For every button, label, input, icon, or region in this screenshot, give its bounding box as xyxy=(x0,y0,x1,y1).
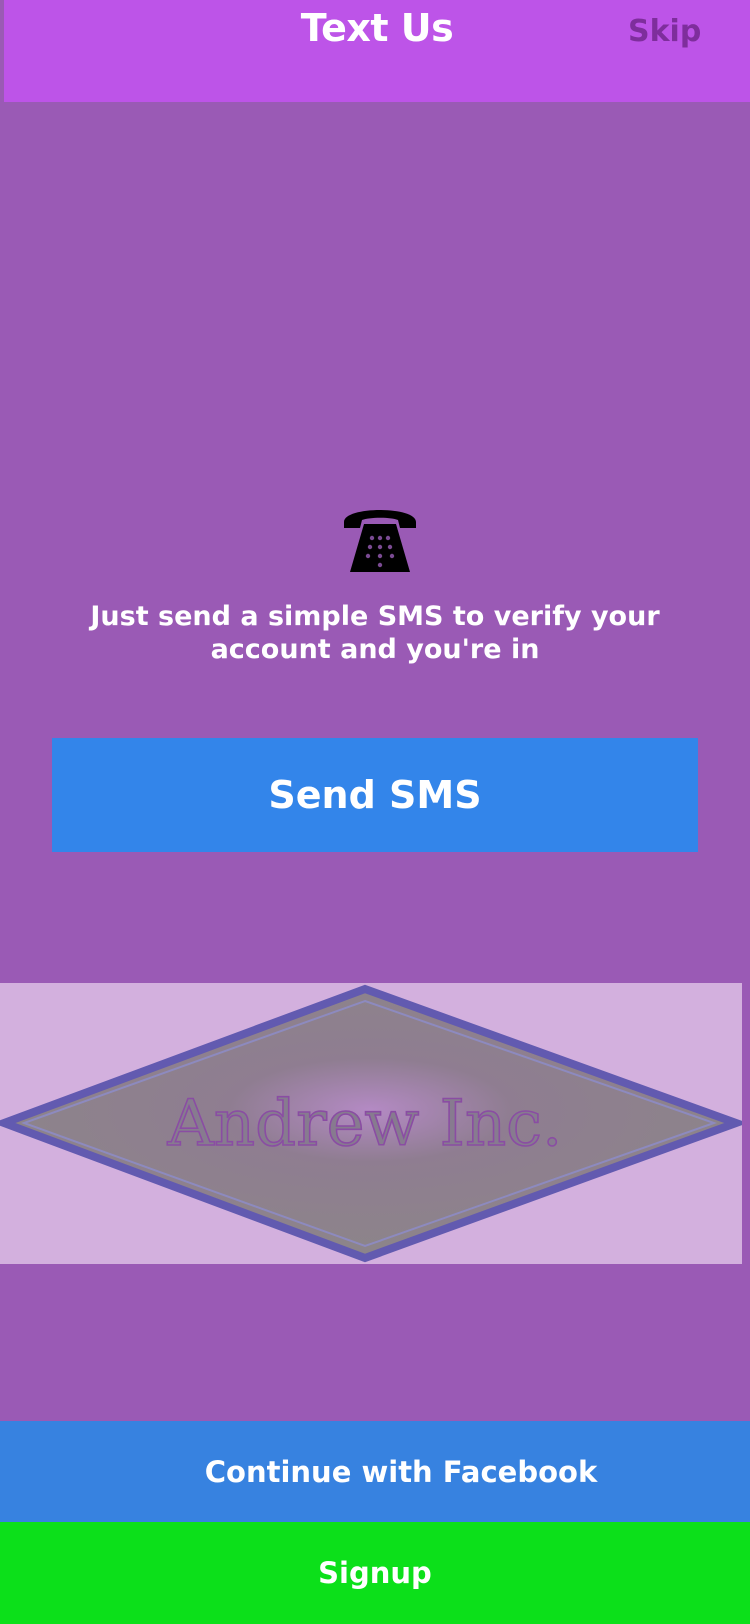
logo-text: Andrew Inc. xyxy=(167,1087,563,1161)
skip-button[interactable]: Skip xyxy=(628,14,701,49)
company-logo: Andrew Inc. xyxy=(0,983,748,1264)
send-sms-button[interactable]: Send SMS xyxy=(52,738,698,852)
telephone-icon xyxy=(340,500,420,576)
verification-message: Just send a simple SMS to verify your ac… xyxy=(90,601,660,665)
signup-button[interactable]: Signup xyxy=(0,1522,750,1624)
continue-with-facebook-button[interactable]: Continue with Facebook xyxy=(0,1421,750,1522)
header-bar: Text Us Skip xyxy=(4,0,750,102)
